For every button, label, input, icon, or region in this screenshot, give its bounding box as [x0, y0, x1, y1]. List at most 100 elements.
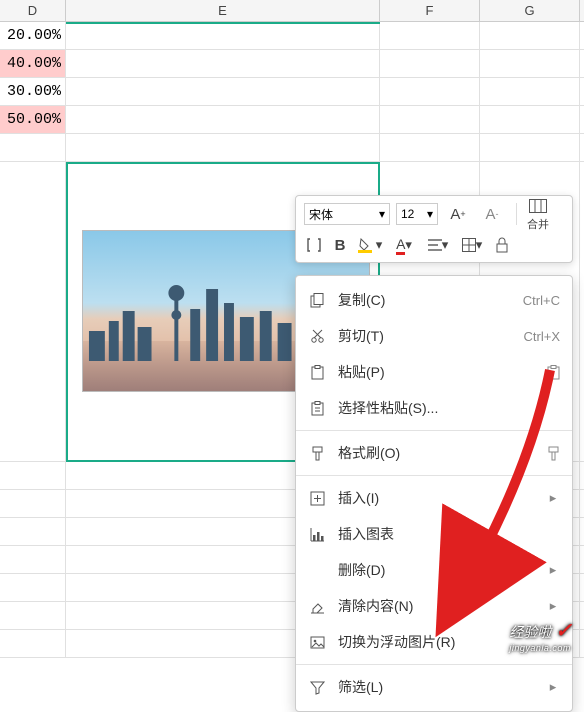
menu-separator	[296, 475, 572, 476]
menu-label: 清除内容(N)	[338, 596, 534, 616]
paste-icon	[308, 363, 326, 381]
cell-g2[interactable]	[480, 22, 580, 49]
cell-f5[interactable]	[380, 106, 480, 133]
menu-delete[interactable]: 删除(D) ▸	[296, 552, 572, 588]
cell-e5[interactable]	[66, 106, 380, 133]
separator	[516, 203, 517, 225]
clipboard-icon	[546, 365, 560, 380]
selection-col-highlight	[66, 22, 380, 24]
cell[interactable]	[0, 546, 66, 573]
cell[interactable]	[0, 602, 66, 629]
menu-float-image[interactable]: 切换为浮动图片(R)	[296, 624, 572, 660]
cell[interactable]	[0, 630, 66, 657]
col-header-e[interactable]: E	[66, 0, 380, 21]
menu-separator	[296, 430, 572, 431]
chart-icon	[308, 525, 326, 543]
col-header-f[interactable]: F	[380, 0, 480, 21]
cell-d6[interactable]	[0, 134, 66, 161]
cell-f3[interactable]	[380, 50, 480, 77]
menu-label: 剪切(T)	[338, 326, 512, 346]
paste-special-icon	[308, 399, 326, 417]
increase-font-button[interactable]: A+	[444, 204, 472, 224]
spreadsheet-grid: D E F G 20.00% 40.00% 30.00% 50.00%	[0, 0, 584, 663]
menu-clear-content[interactable]: 清除内容(N) ▸	[296, 588, 572, 624]
mini-toolbar: 宋体 ▾ 12 ▾ A+ A- 合并 B ▾	[295, 195, 573, 263]
cut-icon	[308, 327, 326, 345]
cell-d5[interactable]: 50.00%	[0, 106, 66, 133]
menu-label: 切换为浮动图片(R)	[338, 632, 560, 652]
menu-paste[interactable]: 粘贴(P)	[296, 354, 572, 390]
cell-f4[interactable]	[380, 78, 480, 105]
align-button[interactable]: ▾	[424, 235, 452, 255]
chevron-right-icon: ▸	[546, 562, 560, 578]
chevron-down-icon: ▾	[379, 207, 385, 221]
menu-shortcut: Ctrl+C	[523, 293, 560, 308]
menu-label: 选择性粘贴(S)...	[338, 398, 560, 418]
menu-filter[interactable]: 筛选(L) ▸	[296, 669, 572, 705]
copy-icon	[308, 291, 326, 309]
font-size-select[interactable]: 12 ▾	[396, 203, 438, 225]
cell-e6[interactable]	[66, 134, 380, 161]
cell-f2[interactable]	[380, 22, 480, 49]
bold-button[interactable]: B	[330, 235, 350, 255]
merge-icon[interactable]	[528, 196, 548, 216]
cell[interactable]	[0, 490, 66, 517]
cell[interactable]	[0, 462, 66, 489]
menu-insert-chart[interactable]: 插入图表	[296, 516, 572, 552]
font-color-button[interactable]: A▾	[390, 235, 418, 255]
cell-g4[interactable]	[480, 78, 580, 105]
image-icon	[308, 633, 326, 651]
format-painter-side-icon	[546, 446, 560, 461]
menu-copy[interactable]: 复制(C) Ctrl+C	[296, 282, 572, 318]
row: 20.00%	[0, 22, 584, 50]
col-header-d[interactable]: D	[0, 0, 66, 21]
menu-cut[interactable]: 剪切(T) Ctrl+X	[296, 318, 572, 354]
decrease-font-button[interactable]: A-	[478, 204, 506, 224]
insert-icon	[308, 489, 326, 507]
menu-label: 删除(D)	[338, 560, 534, 580]
cell[interactable]	[0, 574, 66, 601]
font-select[interactable]: 宋体 ▾	[304, 203, 390, 225]
chevron-right-icon: ▸	[546, 598, 560, 614]
menu-paste-special[interactable]: 选择性粘贴(S)...	[296, 390, 572, 426]
cell-d3[interactable]: 40.00%	[0, 50, 66, 77]
row: 50.00%	[0, 106, 584, 134]
format-brackets-icon[interactable]	[304, 235, 324, 255]
blank-icon	[308, 561, 326, 579]
cell-g6[interactable]	[480, 134, 580, 161]
cell-g3[interactable]	[480, 50, 580, 77]
chevron-down-icon: ▾	[427, 207, 433, 221]
menu-insert[interactable]: 插入(I) ▸	[296, 480, 572, 516]
menu-separator	[296, 664, 572, 665]
menu-label: 粘贴(P)	[338, 362, 534, 382]
row: 40.00%	[0, 50, 584, 78]
menu-format-painter[interactable]: 格式刷(O)	[296, 435, 572, 471]
cell-e4[interactable]	[66, 78, 380, 105]
row	[0, 134, 584, 162]
cell-d2[interactable]: 20.00%	[0, 22, 66, 49]
menu-label: 插入(I)	[338, 488, 534, 508]
font-name: 宋体	[309, 206, 333, 223]
format-painter-icon	[308, 444, 326, 462]
eraser-icon	[308, 597, 326, 615]
menu-label: 格式刷(O)	[338, 443, 534, 463]
font-size: 12	[401, 207, 414, 221]
lock-format-button[interactable]	[492, 235, 512, 255]
cell-g5[interactable]	[480, 106, 580, 133]
menu-label: 插入图表	[338, 524, 560, 544]
col-header-g[interactable]: G	[480, 0, 580, 21]
menu-label: 筛选(L)	[338, 677, 534, 697]
cell-d4[interactable]: 30.00%	[0, 78, 66, 105]
cell-d7[interactable]	[0, 162, 66, 461]
context-menu: 复制(C) Ctrl+C 剪切(T) Ctrl+X 粘贴(P) 选择性粘贴(S)…	[295, 275, 573, 712]
cell-e2[interactable]	[66, 22, 380, 49]
borders-button[interactable]: ▾	[458, 235, 486, 255]
cell[interactable]	[0, 518, 66, 545]
chevron-right-icon: ▸	[546, 490, 560, 506]
menu-label: 复制(C)	[338, 290, 511, 310]
cell-e3[interactable]	[66, 50, 380, 77]
cell-f6[interactable]	[380, 134, 480, 161]
row: 30.00%	[0, 78, 584, 106]
menu-shortcut: Ctrl+X	[524, 329, 560, 344]
fill-color-button[interactable]: ▾	[356, 235, 384, 255]
